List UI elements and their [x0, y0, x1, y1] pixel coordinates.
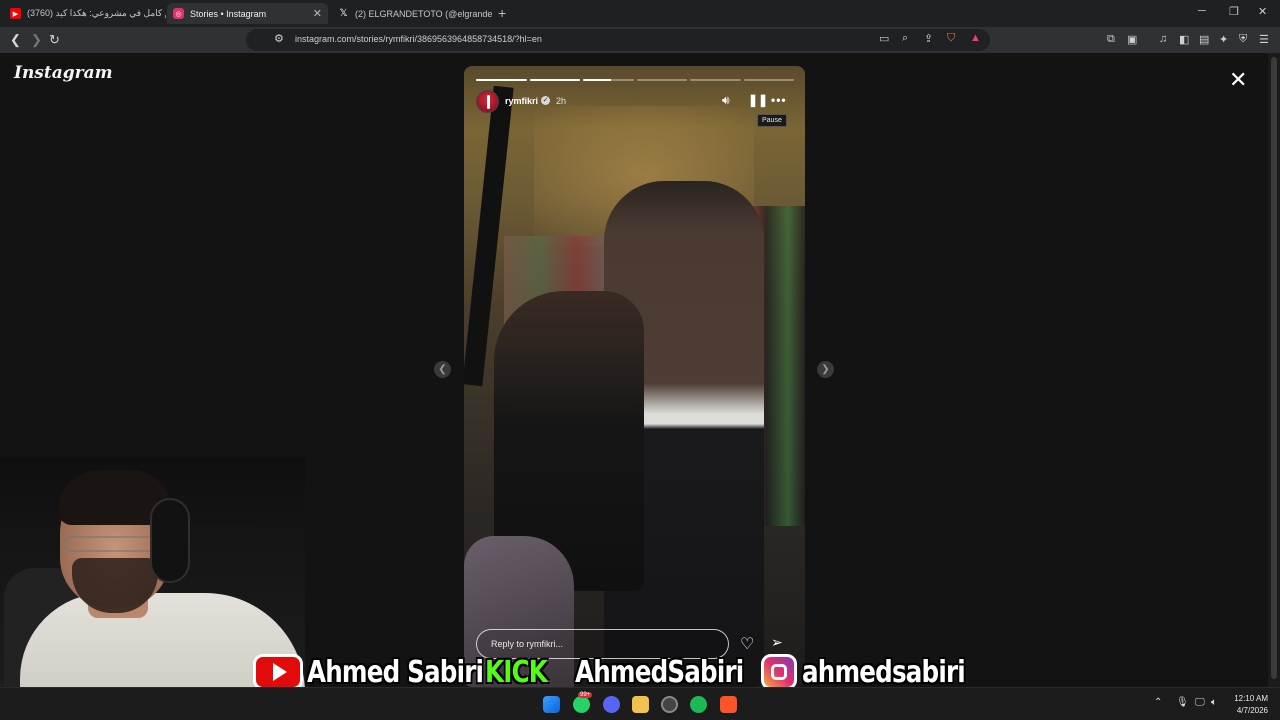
- kick-logo-wrap: KICK: [485, 655, 575, 690]
- vpn-icon[interactable]: ⛨: [1239, 33, 1247, 46]
- scrollbar-thumb[interactable]: [1271, 57, 1277, 679]
- address-bar[interactable]: ⚙ instagram.com/stories/rymfikri/3869563…: [246, 29, 990, 51]
- window-close-icon[interactable]: ✕: [1258, 5, 1267, 18]
- discord-icon[interactable]: [603, 696, 620, 713]
- story-progress-fill: [583, 79, 611, 81]
- restore-icon[interactable]: ❐: [1229, 5, 1239, 18]
- x-icon: 𝕏: [339, 8, 348, 19]
- menu-icon[interactable]: ☰: [1259, 33, 1269, 46]
- windows-start-icon[interactable]: [543, 696, 560, 713]
- file-explorer-icon[interactable]: [632, 696, 649, 713]
- stream-social-banner: Ahmed Sabiri KICK AhmedSabiri ahmedsabir…: [253, 652, 966, 692]
- verified-badge-icon: ✓: [541, 96, 550, 105]
- browser-tab-strip: ▶ (3760) يوم كامل في مشروعي: هكذا كيد...…: [0, 0, 1280, 27]
- extensions-icon[interactable]: ⧉: [1107, 33, 1115, 46]
- clock-time: 12:10 AM: [1234, 694, 1268, 703]
- brave-browser-icon[interactable]: [720, 696, 737, 713]
- next-story-button[interactable]: ❯: [817, 361, 834, 378]
- story-progress-segment: [636, 79, 687, 81]
- story-progress-segment: [476, 79, 527, 81]
- story-progress-fill: [476, 79, 527, 81]
- volume-icon[interactable]: 🔊︎: [722, 93, 730, 108]
- story-progress-segment: [743, 79, 794, 81]
- story-progress-segment: [529, 79, 580, 81]
- youtube-handle: Ahmed Sabiri: [307, 654, 484, 690]
- close-tab-icon[interactable]: ✕: [307, 7, 322, 20]
- close-stories-button[interactable]: ✕: [1229, 67, 1247, 93]
- story-progress-fill: [529, 79, 580, 81]
- youtube-icon: ▶: [10, 8, 21, 19]
- instagram-logo-icon: [761, 654, 797, 690]
- forward-icon[interactable]: ❯: [31, 32, 42, 48]
- network-icon[interactable]: 🖵︎: [1195, 697, 1205, 708]
- tab-title: (2) ELGRANDETOTO (@elgrandetoto)...: [355, 8, 492, 19]
- tab-x-profile[interactable]: 𝕏 (2) ELGRANDETOTO (@elgrandetoto)...: [332, 3, 492, 24]
- reply-placeholder: Reply to rymfikri...: [491, 639, 564, 649]
- microphone-icon[interactable]: 🎙︎: [1176, 697, 1189, 708]
- system-clock[interactable]: 12:10 AM 4/7/2026: [1226, 693, 1268, 717]
- clock-date: 4/7/2026: [1236, 706, 1268, 715]
- instagram-handle: ahmedsabiri: [802, 654, 966, 690]
- instagram-handle-wrap: ahmedsabiri: [802, 654, 966, 690]
- send-icon[interactable]: ➢: [771, 634, 783, 651]
- pause-icon[interactable]: ❚❚: [748, 93, 768, 107]
- tab-title: Stories • Instagram: [190, 8, 267, 19]
- instagram-logo[interactable]: Instagram: [14, 63, 113, 83]
- minimize-icon[interactable]: ─: [1198, 5, 1206, 17]
- cast-icon[interactable]: ▭: [879, 32, 889, 45]
- new-tab-button[interactable]: +: [498, 5, 506, 21]
- show-hidden-icons-icon[interactable]: ⌃: [1154, 697, 1162, 708]
- back-icon[interactable]: ❮: [10, 32, 21, 48]
- webcam-glasses: [64, 536, 164, 552]
- previous-story-button[interactable]: ❮: [434, 361, 451, 378]
- story-viewer[interactable]: rymfikri ✓ 2h 🔊︎ ❚❚ ••• Pause Reply to r…: [464, 66, 805, 687]
- spotify-icon[interactable]: [690, 696, 707, 713]
- kick-logo: KICK: [485, 654, 548, 690]
- kick-handle: AhmedSabiri: [575, 654, 744, 690]
- reload-icon[interactable]: ↻: [49, 32, 60, 48]
- share-icon[interactable]: ⇪: [924, 32, 933, 45]
- tab-title: (3760) يوم كامل في مشروعي: هكذا كيد...: [27, 8, 166, 18]
- zoom-icon[interactable]: ⌕: [902, 32, 908, 45]
- story-username[interactable]: rymfikri: [505, 96, 538, 106]
- like-heart-icon[interactable]: ♡: [740, 634, 754, 654]
- leo-ai-icon[interactable]: ✦: [1219, 33, 1228, 46]
- whatsapp-icon[interactable]: [573, 696, 590, 713]
- pause-tooltip: Pause: [757, 114, 787, 127]
- tab-youtube[interactable]: ▶ (3760) يوم كامل في مشروعي: هكذا كيد...: [4, 3, 166, 24]
- avatar[interactable]: [476, 90, 499, 113]
- headset-icon: [150, 498, 190, 583]
- sidebar-icon[interactable]: ◧: [1179, 33, 1189, 46]
- instagram-stories-page: Instagram ✕ ❮ ❯ rymfikri ✓ 2h 🔊︎ ❚❚ ••• …: [0, 53, 1280, 687]
- windows-taskbar: 99+ ⌃ 🎙︎ 🖵︎ 🔈︎ 12:10 AM 4/7/2026: [0, 687, 1280, 720]
- notification-badge: 99+: [578, 692, 593, 698]
- instagram-icon: ◎: [173, 8, 184, 19]
- site-settings-icon[interactable]: ⚙: [274, 32, 284, 45]
- story-progress-bar: [476, 79, 794, 81]
- browser-toolbar: ❮ ❯ ↻ 🔖︎ ⚙ instagram.com/stories/rymfikr…: [0, 27, 1280, 53]
- brave-rewards-icon[interactable]: ▲: [970, 32, 981, 44]
- media-icon[interactable]: ♫: [1159, 33, 1167, 45]
- story-progress-segment: [690, 79, 741, 81]
- wallet-icon[interactable]: ▤: [1199, 33, 1209, 46]
- story-time-ago: 2h: [556, 96, 567, 106]
- more-options-icon[interactable]: •••: [771, 93, 787, 107]
- youtube-handle-wrap: Ahmed Sabiri: [307, 654, 484, 690]
- url-text[interactable]: instagram.com/stories/rymfikri/386956396…: [295, 34, 542, 44]
- kick-handle-wrap: AhmedSabiri: [575, 655, 745, 690]
- story-progress-segment: [583, 79, 634, 81]
- tab-instagram-stories[interactable]: ◎ Stories • Instagram ✕: [167, 3, 328, 24]
- tab-search-icon[interactable]: ▣: [1127, 33, 1137, 46]
- github-desktop-icon[interactable]: [661, 696, 678, 713]
- brave-shield-icon[interactable]: ⛉: [947, 32, 955, 45]
- page-scrollbar[interactable]: [1268, 53, 1280, 687]
- speaker-icon[interactable]: 🔈︎: [1211, 697, 1217, 708]
- youtube-logo-icon: [253, 654, 303, 690]
